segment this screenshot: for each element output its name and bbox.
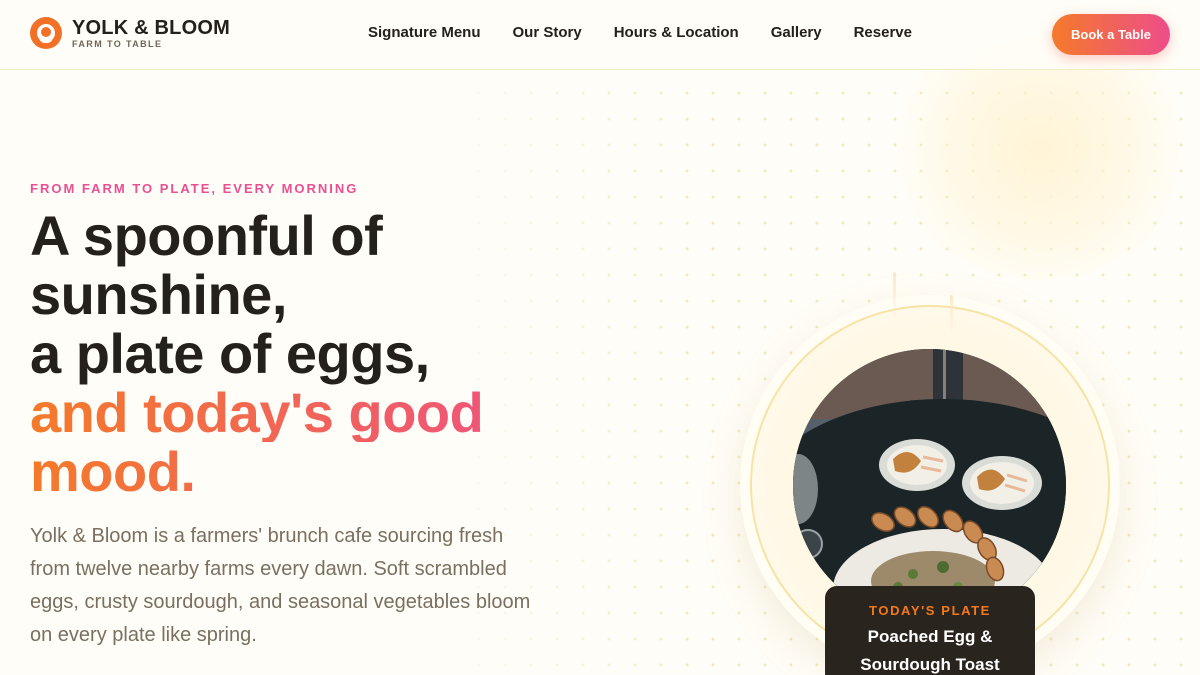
headline-line-1: A spoonful of — [30, 204, 383, 267]
todays-plate-title: Poached Egg & Sourdough Toast — [860, 627, 1000, 674]
hero-headline: A spoonful of sunshine, a plate of eggs,… — [30, 206, 590, 501]
book-table-button[interactable]: Book a Table — [1052, 14, 1170, 55]
brand-tagline: FARM TO TABLE — [72, 38, 163, 49]
todays-plate-card[interactable]: TODAY'S PLATE Poached Egg & Sourdough To… — [825, 586, 1035, 675]
hero-eyebrow: FROM FARM TO PLATE, EVERY MORNING — [30, 181, 359, 196]
headline-line-2: sunshine, — [30, 263, 287, 326]
nav-link-our-story[interactable]: Our Story — [513, 24, 582, 42]
steam-line — [893, 272, 896, 322]
todays-plate-label: TODAY'S PLATE — [869, 603, 991, 618]
site-header: YOLK & BLOOM FARM TO TABLE Signature Men… — [0, 0, 1200, 70]
egg-logo-icon — [30, 17, 62, 49]
brand-text: YOLK & BLOOM FARM TO TABLE — [72, 18, 230, 49]
brand-logo[interactable]: YOLK & BLOOM FARM TO TABLE — [30, 17, 230, 49]
hero-description: Yolk & Bloom is a farmers' brunch cafe s… — [30, 525, 531, 646]
nav-link-reserve[interactable]: Reserve — [854, 24, 912, 42]
nav-link-gallery[interactable]: Gallery — [771, 24, 822, 42]
headline-highlight-1: and today's good — [30, 383, 590, 442]
dish-photo — [793, 349, 1066, 622]
headline-highlight-2: mood. — [30, 442, 590, 501]
steam-line — [950, 295, 953, 335]
headline-line-3: a plate of eggs, — [30, 322, 430, 385]
main-nav: Signature Menu Our Story Hours & Locatio… — [368, 24, 944, 42]
nav-link-hours-location[interactable]: Hours & Location — [614, 24, 739, 42]
brand-name: YOLK & BLOOM — [72, 16, 230, 39]
nav-link-signature-menu[interactable]: Signature Menu — [368, 24, 481, 42]
